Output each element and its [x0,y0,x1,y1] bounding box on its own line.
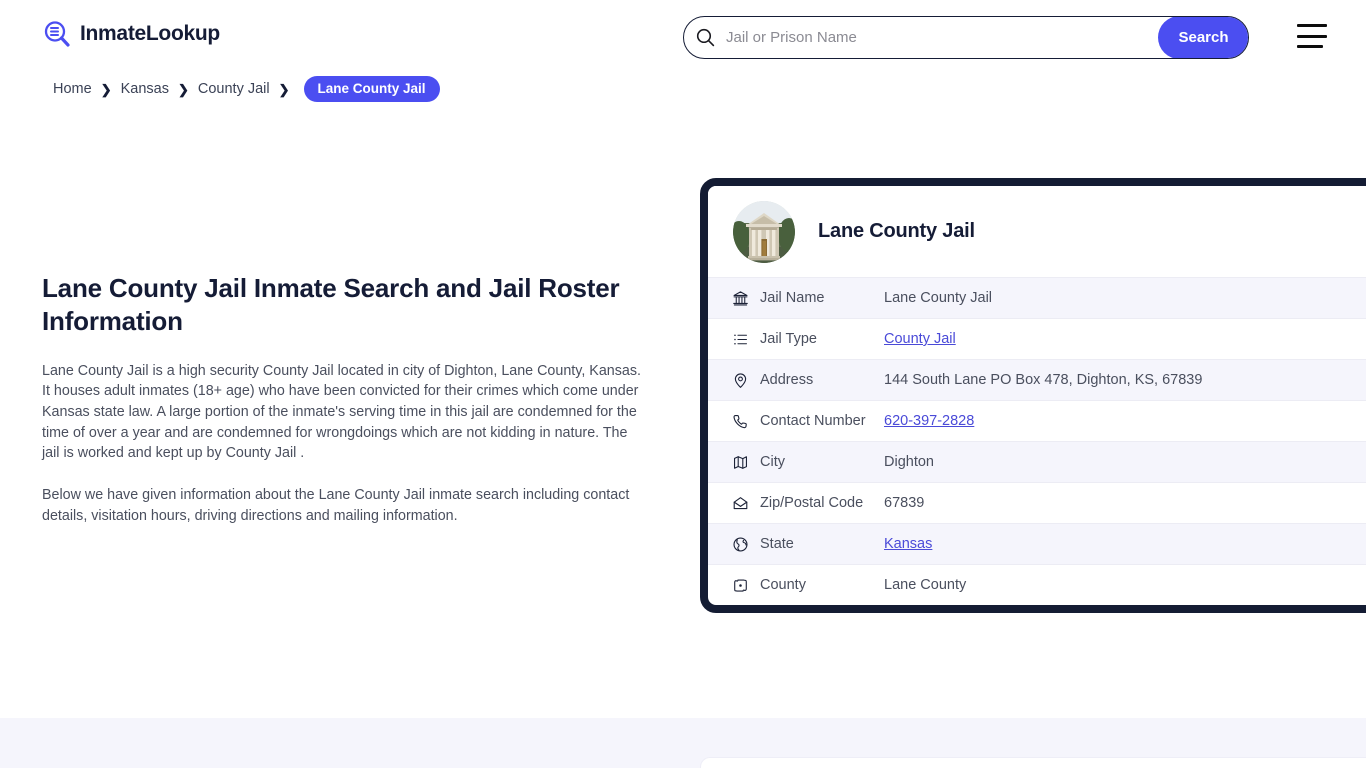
row-label: County [760,577,806,593]
list-icon [732,331,760,348]
chevron-right-icon: ❯ [177,81,189,97]
row-label: Contact Number [760,413,866,429]
row-value: County Jail [884,331,956,347]
breadcrumb-item-current: Lane County Jail [303,76,440,102]
hamburger-bar-1 [1297,24,1327,27]
row-label: State [760,536,794,552]
row-label: City [760,454,785,470]
breadcrumb: Home ❯ Kansas ❯ County Jail ❯ Lane Count… [53,76,440,102]
row-label: Jail Name [760,290,825,306]
table-row: Contact Number 620-397-2828 [708,400,1366,441]
table-row: Jail Name Lane County Jail [708,277,1366,318]
row-value: 67839 [884,495,925,511]
jail-info-card: Lane County Jail Jail Name Lane County J… [700,178,1366,613]
site-header: InmateLookup Search [0,0,1366,72]
row-value: Kansas [884,536,932,552]
search-bar: Search [683,16,1249,59]
search-input[interactable] [726,17,1158,58]
map-icon [732,454,760,471]
jail-type-link[interactable]: County Jail [884,331,956,347]
globe-icon [732,536,760,553]
search-list-icon [42,19,72,49]
jail-info-card-header: Lane County Jail [708,186,1366,277]
row-label: Zip/Postal Code [760,495,864,511]
row-value: 620-397-2828 [884,413,974,429]
table-row: Jail Type County Jail [708,318,1366,359]
row-value: Lane County Jail [884,290,993,306]
article-paragraph-2: Below we have given information about th… [42,487,630,524]
breadcrumb-item-kansas[interactable]: Kansas [121,81,169,97]
table-row: Zip/Postal Code 67839 [708,482,1366,523]
envelope-icon [732,495,760,512]
breadcrumb-item-home[interactable]: Home [53,81,92,97]
bank-icon [732,290,760,307]
hamburger-icon[interactable] [1297,24,1329,48]
map-pin-icon [732,372,760,389]
table-row: County Lane County [708,564,1366,605]
state-link[interactable]: Kansas [884,536,932,552]
row-value: Lane County [884,577,967,593]
hamburger-bar-3 [1297,45,1323,48]
table-row: Address 144 South Lane PO Box 478, Dight… [708,359,1366,400]
chevron-right-icon: ❯ [278,81,290,97]
phone-icon [732,413,760,430]
contact-number-link[interactable]: 620-397-2828 [884,413,974,429]
table-row: City Dighton [708,441,1366,482]
search-button[interactable]: Search [1158,17,1248,58]
row-label: Jail Type [760,331,817,347]
table-row: State Kansas [708,523,1366,564]
row-value: Dighton [884,454,934,470]
jail-info-card-title: Lane County Jail [818,220,975,242]
county-icon [732,577,760,594]
page-title: Lane County Jail Inmate Search and Jail … [42,273,620,336]
brand-name: InmateLookup [80,22,220,45]
hamburger-bar-2 [1297,34,1327,38]
row-value: 144 South Lane PO Box 478, Dighton, KS, … [884,372,1203,388]
avatar [733,200,795,263]
brand-logo-link[interactable]: InmateLookup [42,19,220,49]
breadcrumb-item-county-jail[interactable]: County Jail [198,81,270,97]
search-icon [684,17,726,58]
article-paragraph-1: Lane County Jail is a high security Coun… [42,362,641,462]
article-content: Lane County Jail Inmate Search and Jail … [42,272,642,548]
courthouse-photo-icon [733,200,795,263]
row-label: Address [760,372,814,388]
chevron-right-icon: ❯ [100,81,112,97]
bottom-section-card [700,757,1366,768]
